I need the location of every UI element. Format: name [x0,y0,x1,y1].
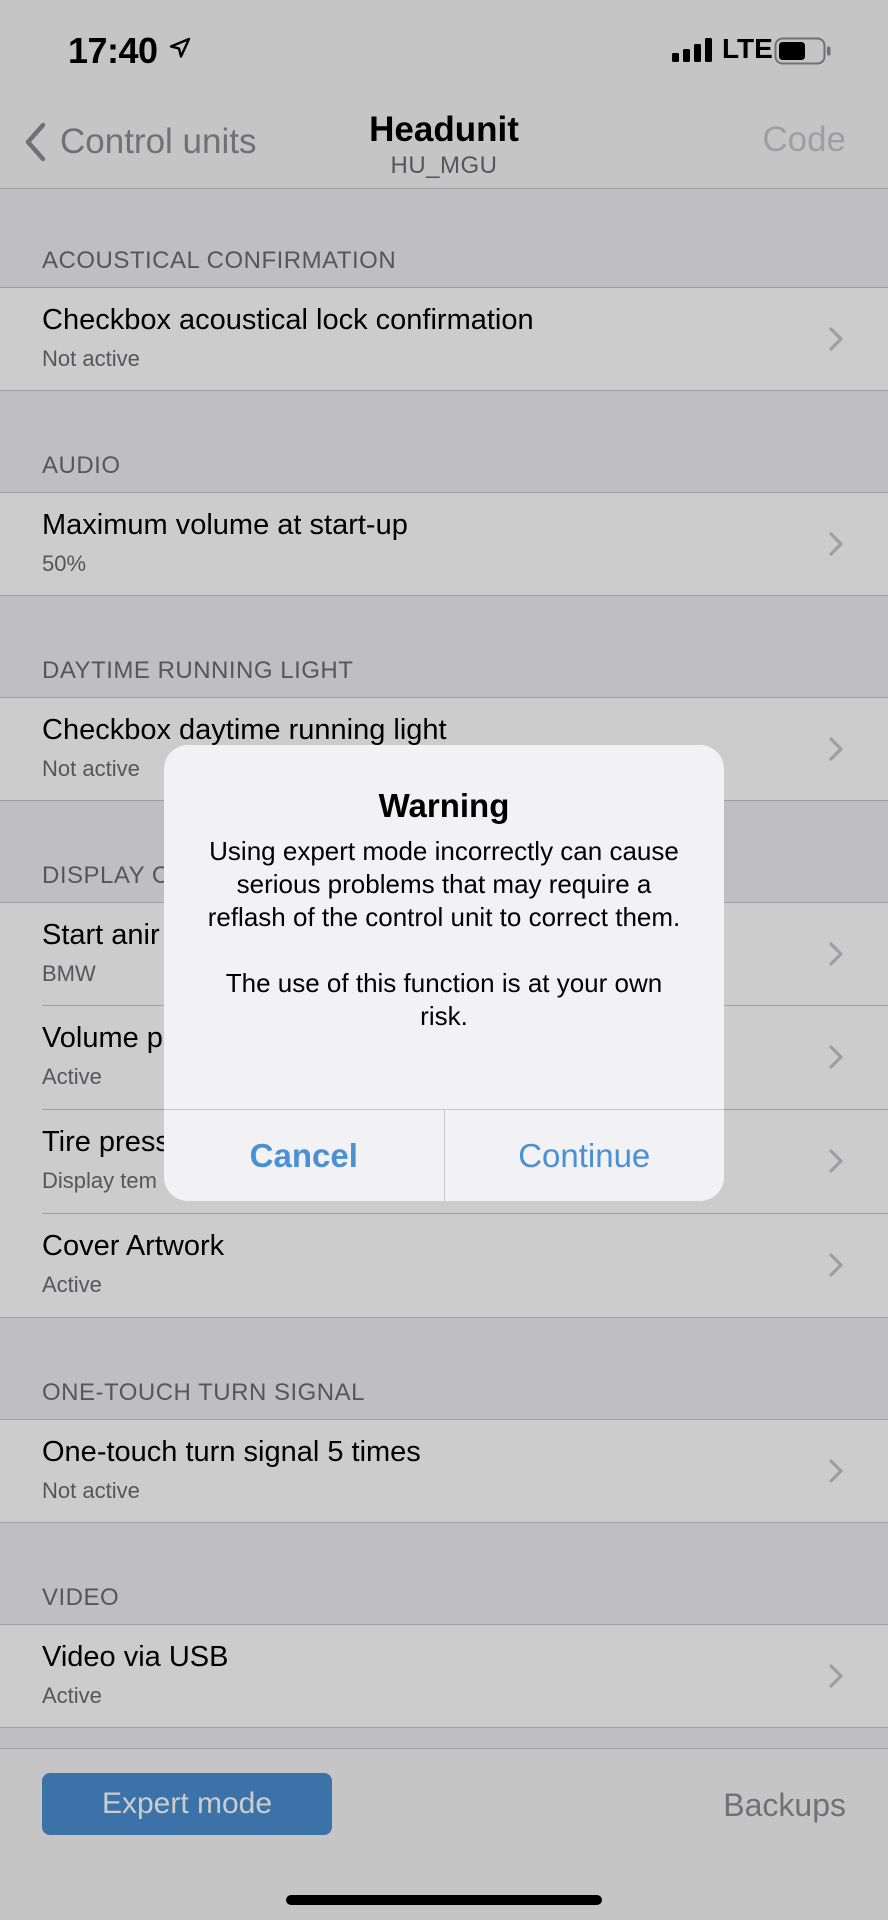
alert-button-row: Cancel Continue [164,1109,724,1201]
alert-message: Using expert mode incorrectly can cause … [207,836,681,1031]
continue-button[interactable]: Continue [445,1110,725,1201]
alert-title: Warning [378,787,510,824]
warning-alert-dialog: Warning Using expert mode incorrectly ca… [164,745,724,1201]
cancel-button[interactable]: Cancel [164,1110,445,1201]
